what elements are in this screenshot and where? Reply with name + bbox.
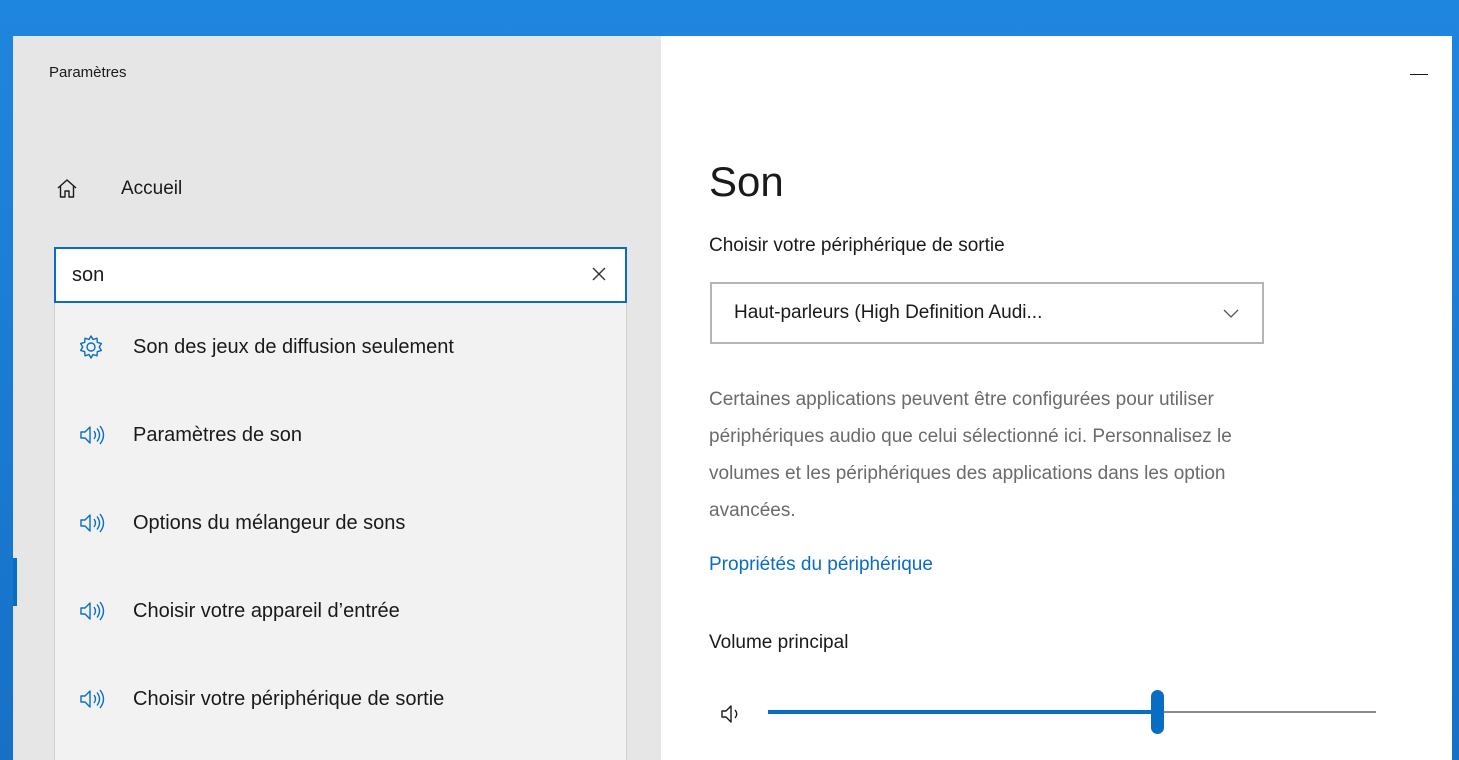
suggestion-label: Choisir votre périphérique de sortie — [133, 687, 445, 710]
output-device-dropdown[interactable]: Haut-parleurs (High Definition Audi... — [710, 282, 1264, 344]
description-line: avancées. — [709, 500, 796, 521]
minimize-button[interactable] — [1400, 58, 1446, 88]
description-line: volumes et les périphériques des applica… — [709, 463, 1226, 484]
home-label: Accueil — [121, 178, 183, 199]
page-title: Son — [709, 158, 784, 205]
search-box[interactable] — [54, 247, 627, 303]
description-line: périphériques audio que celui sélectionn… — [709, 426, 1232, 447]
suggestion-item[interactable]: Choisir votre périphérique de sortie — [55, 655, 626, 743]
slider-thumb[interactable] — [1151, 690, 1164, 734]
device-properties-link[interactable]: Propriétés du périphérique — [709, 554, 933, 576]
suggestion-label: Choisir votre appareil d’entrée — [133, 599, 400, 622]
search-suggestions: Son des jeux de diffusion seulement Para… — [54, 303, 627, 760]
output-device-value: Haut-parleurs (High Definition Audi... — [734, 302, 1043, 323]
window-title: Paramètres — [49, 64, 127, 81]
description-text: Certaines applications peuvent être conf… — [709, 381, 1452, 529]
volume-slider[interactable] — [768, 690, 1376, 734]
speaker-icon — [80, 513, 105, 533]
suggestion-item[interactable]: Options du mélangeur de sons — [55, 479, 626, 567]
volume-label: Volume principal — [709, 632, 849, 653]
home-nav-item[interactable]: Accueil — [55, 174, 182, 204]
settings-window: Paramètres Accueil Son des jeux de diffu… — [13, 36, 1452, 760]
speaker-icon — [80, 689, 105, 709]
home-icon — [57, 179, 77, 198]
speaker-icon — [80, 601, 105, 621]
gear-icon — [80, 335, 102, 359]
main-content: Son Choisir votre périphérique de sortie… — [661, 36, 1452, 760]
suggestion-item[interactable]: Choisir votre appareil d’entrée — [55, 567, 626, 655]
chevron-down-icon — [1223, 309, 1239, 318]
speaker-icon — [80, 425, 105, 445]
description-line: Certaines applications peuvent être conf… — [709, 389, 1214, 410]
suggestion-item[interactable]: Son des jeux de diffusion seulement — [55, 303, 626, 391]
suggestion-label: Paramètres de son — [133, 423, 302, 446]
search-input[interactable] — [70, 262, 554, 288]
output-device-label: Choisir votre périphérique de sortie — [709, 235, 1005, 256]
suggestion-label: Options du mélangeur de sons — [133, 511, 406, 534]
sidebar: Paramètres Accueil Son des jeux de diffu… — [13, 36, 661, 760]
clear-search-icon[interactable] — [587, 262, 611, 286]
suggestion-item[interactable]: Paramètres de son — [55, 391, 626, 479]
suggestion-label: Son des jeux de diffusion seulement — [133, 335, 454, 358]
slider-fill — [768, 710, 1157, 714]
speaker-icon[interactable] — [717, 700, 745, 728]
selected-indicator — [13, 558, 17, 606]
